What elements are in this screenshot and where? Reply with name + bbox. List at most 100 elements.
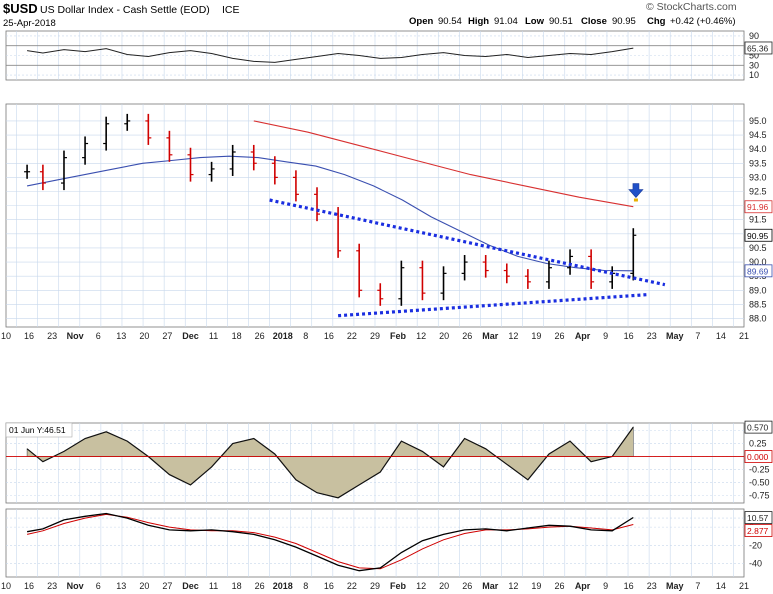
x-tick: 10 [1,581,11,591]
x-axis-bottom: 10 16 23 Nov 6 13 20 27 Dec 11 18 26 2018 8 16 22 29 Feb 1… [1,581,749,591]
x-tick: 26 [255,331,265,341]
exchange-label: ICE [222,4,240,16]
x-tick: 29 [370,331,380,341]
x-tick: 2018 [273,331,293,341]
x-tick: May [666,581,684,591]
x-tick: Feb [390,581,407,591]
x-tick: 23 [647,331,657,341]
middle-ytick: -0.75 [749,490,770,500]
price-ytick: 92.5 [749,187,767,197]
x-tick: 20 [439,581,449,591]
x-tick: 14 [716,581,726,591]
x-tick: 12 [416,581,426,591]
x-tick: 9 [603,581,608,591]
x-tick: 21 [739,331,749,341]
x-tick: 26 [255,581,265,591]
x-tick: 27 [162,331,172,341]
x-tick: 29 [370,581,380,591]
middle-indicator-label: 01 Jun Y:46.51 [9,425,66,435]
x-axis-price: 10 16 23 Nov 6 13 20 27 Dec 11 18 26 2018 8 16 22 29 Feb 1… [1,331,749,341]
x-tick: 26 [554,331,564,341]
x-tick: Feb [390,331,407,341]
chart-date: 25-Apr-2018 [3,18,56,29]
x-tick: 2018 [273,581,293,591]
x-tick: 23 [47,581,57,591]
bottom-signal-value: 2.877 [747,526,769,536]
indicator-top-value: 65.36 [747,43,769,53]
price-ytick: 88.0 [749,314,767,324]
change-label: Chg [647,16,666,27]
x-tick: 13 [116,581,126,591]
x-tick: 11 [209,331,218,341]
price-ytick: 89.0 [749,285,767,295]
price-label: 91.96 [747,202,769,212]
x-tick: 10 [1,331,11,341]
panel-indicator-bottom: 100-20-4010.572.877 [5,508,773,578]
x-tick: 12 [508,331,518,341]
middle-indicator-value: 0.570 [747,423,769,433]
close-label: Close [581,16,607,27]
symbol-label: $USD [3,1,38,16]
x-tick: Nov [67,581,84,591]
x-tick: 12 [508,581,518,591]
middle-ytick: -0.25 [749,464,770,474]
price-ytick: 88.5 [749,299,767,309]
x-tick: 26 [462,331,472,341]
x-tick: Dec [182,581,199,591]
x-tick: 7 [695,581,700,591]
bottom-ytick: -20 [749,540,762,550]
indicator-top-ytick: 90 [749,31,759,41]
high-label: High [468,16,489,27]
x-tick: 21 [739,581,749,591]
x-tick: Mar [482,331,499,341]
x-tick: 13 [116,331,126,341]
change-value: +0.42 (+0.46%) [670,16,736,27]
price-ytick: 93.5 [749,158,767,168]
low-value: 90.51 [549,16,573,27]
indicator-top-ytick: 30 [749,60,759,70]
price-ytick: 90.5 [749,243,767,253]
x-tick: Mar [482,581,499,591]
chart-canvas: $USD US Dollar Index - Cash Settle (EOD)… [1,1,773,591]
x-tick: 22 [347,581,357,591]
panel-indicator-middle: 0.500.250.00-0.25-0.50-0.750.5700.000 [5,420,773,504]
x-tick: 11 [209,581,218,591]
x-tick: Nov [67,331,84,341]
x-tick: 8 [303,581,308,591]
x-tick: 6 [96,581,101,591]
x-tick: 16 [624,331,634,341]
open-value: 90.54 [438,16,462,27]
price-ytick: 91.5 [749,215,767,225]
x-tick: 14 [716,331,726,341]
x-tick: 26 [554,581,564,591]
open-label: Open [409,16,433,27]
x-tick: May [666,331,684,341]
x-tick: 26 [462,581,472,591]
x-tick: 16 [324,581,334,591]
x-tick: 19 [531,331,541,341]
x-tick: 18 [232,581,242,591]
middle-ytick: 0.25 [749,439,767,449]
x-tick: 16 [24,331,34,341]
x-tick: 20 [139,581,149,591]
middle-ytick: -0.50 [749,477,770,487]
low-label: Low [525,16,545,27]
x-tick: 23 [47,331,57,341]
down-arrow-dot [633,198,638,202]
x-tick: Dec [182,331,199,341]
x-tick: 12 [416,331,426,341]
price-ytick: 93.0 [749,172,767,182]
x-tick: 20 [439,331,449,341]
x-tick: 6 [96,331,101,341]
panel-price: 95.094.594.093.593.092.592.091.591.090.5… [5,103,773,328]
x-tick: 16 [324,331,334,341]
x-tick: 7 [695,331,700,341]
price-label: 89.69 [747,266,769,276]
x-tick: 16 [624,581,634,591]
x-tick: 27 [162,581,172,591]
price-ytick: 94.0 [749,144,767,154]
x-tick: 22 [347,331,357,341]
x-tick: 20 [139,331,149,341]
price-ytick: 95.0 [749,116,767,126]
x-tick: 19 [531,581,541,591]
